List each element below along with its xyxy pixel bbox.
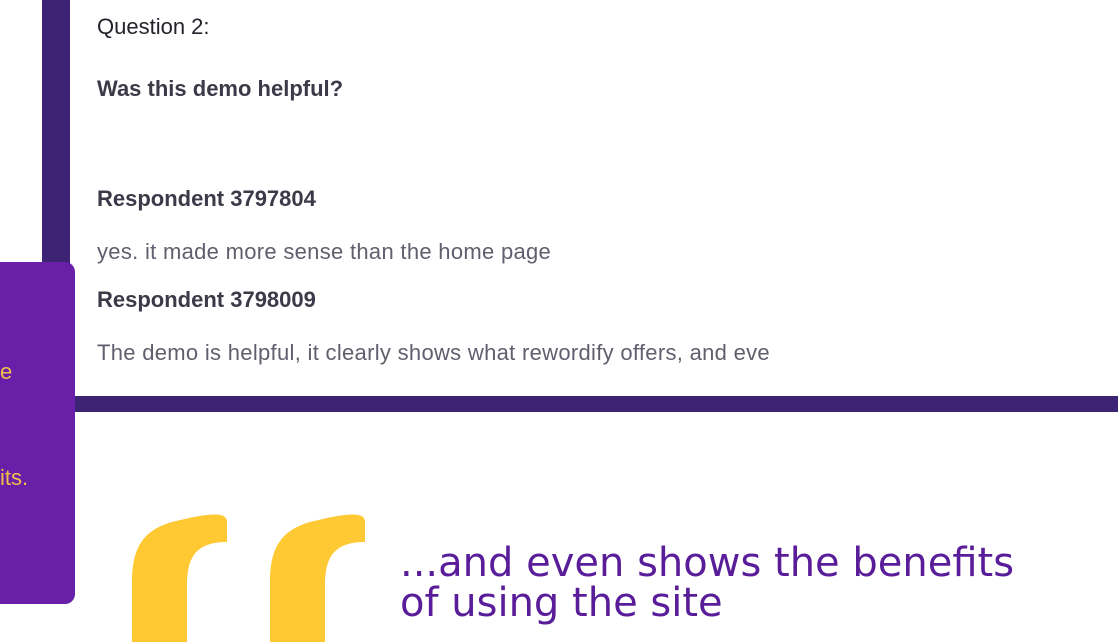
side-text-fragment: its. xyxy=(0,465,29,490)
side-panel: e its. xyxy=(0,262,75,604)
quote-mark-icon xyxy=(132,514,227,642)
question-text: Was this demo helpful? xyxy=(97,76,344,101)
side-text-fragment: e xyxy=(0,359,13,384)
survey-response-card: Question 2: Was this demo helpful? Respo… xyxy=(70,0,1118,396)
quote-text-line-2: of using the site xyxy=(400,580,723,626)
quote-text-line-1: ...and even shows the benefits xyxy=(400,540,1015,586)
respondent-id: Respondent 3798009 xyxy=(97,287,316,312)
respondent-id: Respondent 3797804 xyxy=(97,186,316,211)
respondent-answer: yes. it made more sense than the home pa… xyxy=(97,239,552,264)
question-number: Question 2: xyxy=(97,14,210,39)
quote-mark-icon xyxy=(270,514,365,642)
respondent-answer: The demo is helpful, it clearly shows wh… xyxy=(97,340,770,365)
